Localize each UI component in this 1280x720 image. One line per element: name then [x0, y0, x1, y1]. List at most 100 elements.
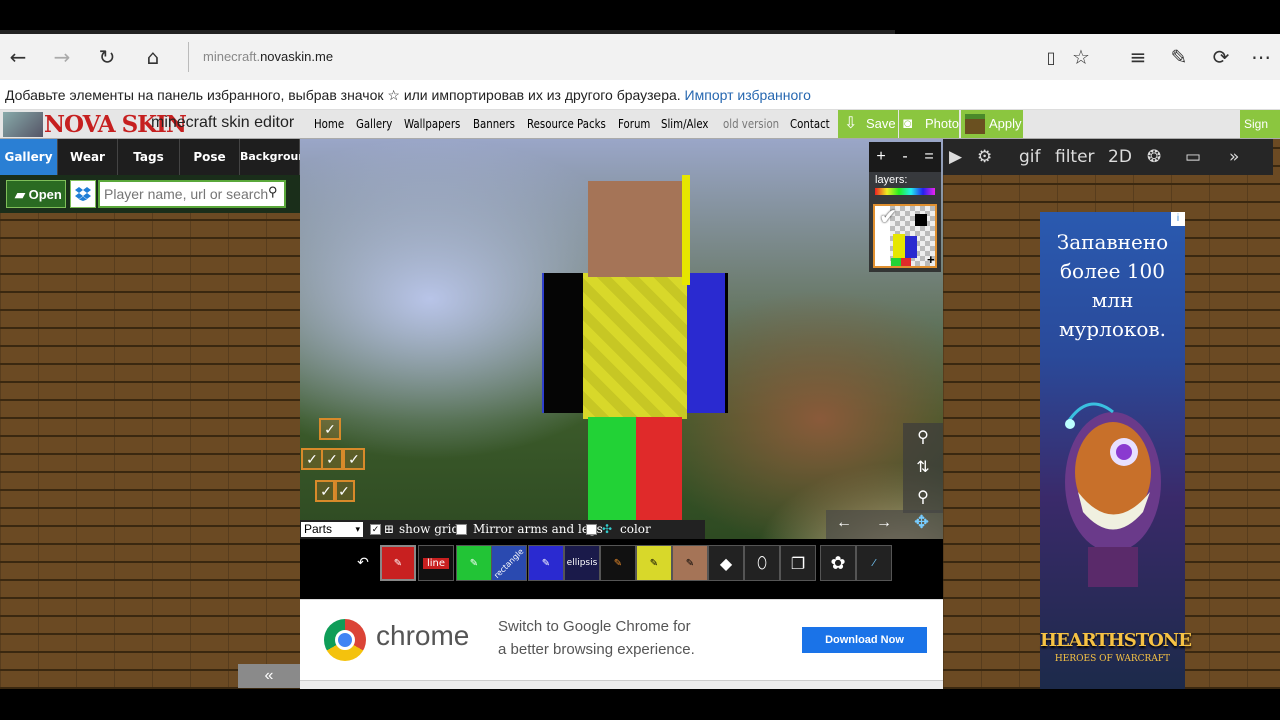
menu-banners[interactable]: Banners — [473, 117, 515, 131]
ad-info-icon[interactable]: i — [1171, 212, 1185, 226]
play-icon[interactable]: ▶ — [949, 139, 962, 175]
search-icon[interactable]: ⚲ — [268, 184, 278, 200]
mirror-checkbox[interactable] — [456, 524, 467, 535]
blue-brush-tool[interactable]: ✎ — [528, 545, 564, 581]
line-tool-label: line — [422, 557, 450, 569]
flag-icon[interactable]: ▭ — [1185, 139, 1201, 175]
grid-icon: ⊞ — [384, 522, 395, 536]
forward-icon[interactable]: → — [47, 42, 77, 72]
tab-wear[interactable]: Wear — [58, 139, 118, 175]
skin-body[interactable] — [583, 273, 687, 419]
note-icon[interactable]: ✎ — [1164, 42, 1194, 72]
skin-brush-tool[interactable]: ✎ — [672, 545, 708, 581]
menu-slim-alex[interactable]: Slim/Alex — [661, 117, 708, 131]
hearthstone-ad[interactable]: i Запавнено более 100 млн мурлоков. HEAR… — [1040, 212, 1192, 689]
brain-icon[interactable]: ❂ — [1147, 139, 1161, 175]
skin-head[interactable] — [588, 181, 684, 277]
line-tool[interactable]: line — [418, 545, 454, 581]
menu-home[interactable]: Home — [314, 117, 344, 131]
home-icon[interactable]: ⌂ — [138, 42, 168, 72]
tab-pose[interactable]: Pose — [180, 139, 240, 175]
brush-icon: ✎ — [613, 557, 623, 569]
chrome-logo-icon — [324, 619, 366, 661]
add-layer-icon[interactable]: + — [927, 252, 935, 267]
photo-button[interactable]: ◙ Photo — [899, 110, 959, 138]
brush-icon: ✎ — [541, 557, 551, 569]
part-toggle-left-leg[interactable]: ✓ — [333, 480, 355, 502]
reset-view-button[interactable]: = — [917, 142, 941, 172]
palette-tool[interactable]: ✿ — [820, 545, 856, 581]
fill-tool[interactable]: ✎ — [456, 545, 492, 581]
filter-button[interactable]: filter — [1055, 139, 1095, 175]
ellipsis-tool[interactable]: ellipsis — [564, 545, 600, 581]
menu-gallery[interactable]: Gallery — [356, 117, 392, 131]
dropbox-icon[interactable] — [70, 180, 96, 208]
rotate-right-icon[interactable]: → — [876, 514, 892, 532]
undo-icon[interactable]: ↶ — [348, 545, 378, 581]
chrome-ad-line2: a better browsing experience. — [498, 641, 695, 658]
rotate-controls: ← → ✥ — [826, 510, 943, 539]
bucket-tool[interactable]: ◆ — [708, 545, 744, 581]
tab-background[interactable]: Background — [240, 139, 314, 175]
color-picker-tool[interactable]: ⁄ — [856, 545, 892, 581]
collapse-panel-button[interactable]: « — [238, 664, 300, 688]
menu-wallpapers[interactable]: Wallpapers — [404, 117, 460, 131]
horizontal-scrollbar[interactable] — [300, 680, 943, 689]
2d-button[interactable]: 2D — [1108, 139, 1132, 175]
yellow-brush-tool[interactable]: ✎ — [636, 545, 672, 581]
animate-icon[interactable]: ⚙ — [977, 139, 992, 175]
menu-old-version[interactable]: old version — [723, 117, 779, 131]
save-button[interactable]: ⇩ Save — [838, 110, 898, 138]
part-toggle-right-arm[interactable]: ✓ — [301, 448, 323, 470]
rectangle-tool[interactable]: rectangle — [491, 545, 527, 581]
part-toggle-head[interactable]: ✓ — [319, 418, 341, 440]
part-toggle-left-arm[interactable]: ✓ — [343, 448, 365, 470]
apply-button[interactable]: Apply — [961, 110, 1023, 138]
gif-button[interactable]: gif — [1019, 139, 1041, 175]
part-toggle-body[interactable]: ✓ — [321, 448, 343, 470]
open-button[interactable]: ▰ Open — [6, 180, 66, 208]
skin-left-arm[interactable] — [542, 273, 584, 413]
camera-icon: ◙ — [903, 115, 913, 132]
eyedropper-icon: ⁄ — [873, 557, 875, 569]
zoom-in-icon[interactable]: ⚲ — [903, 423, 943, 453]
download-now-button[interactable]: Download Now — [802, 627, 927, 653]
parts-select[interactable]: Parts ▾ — [301, 522, 363, 537]
sign-in-button[interactable]: Sign in — [1240, 110, 1280, 159]
layers-tool[interactable]: ❐ — [780, 545, 816, 581]
share-icon[interactable]: ⟳ — [1206, 42, 1236, 72]
mirror-label: Mirror arms and legs — [473, 522, 603, 536]
show-grid-checkbox[interactable]: ✓ — [370, 524, 381, 535]
address-bar[interactable]: minecraft.novaskin.me — [188, 42, 1028, 72]
rotate-left-icon[interactable]: ← — [836, 514, 852, 532]
zoom-in-button[interactable]: + — [869, 142, 893, 172]
color-variation-checkbox[interactable] — [586, 524, 597, 535]
tab-tags[interactable]: Tags — [118, 139, 180, 175]
player-search-input[interactable] — [98, 180, 286, 208]
favorite-star-icon[interactable]: ☆ — [1066, 42, 1096, 72]
tab-gallery[interactable]: Gallery — [0, 139, 58, 175]
menu-contact[interactable]: Contact — [790, 117, 830, 131]
menu-resource-packs[interactable]: Resource Packs — [527, 117, 606, 131]
back-icon[interactable]: ← — [3, 42, 33, 72]
import-favorites-link[interactable]: Импорт избранного — [685, 87, 811, 103]
layers-color-gradient — [875, 188, 935, 195]
palette-icon: ✿ — [830, 552, 846, 574]
flip-vertical-icon[interactable]: ⇅ — [903, 453, 943, 483]
reading-view-icon[interactable]: ▯ — [1036, 42, 1066, 72]
refresh-icon[interactable]: ↻ — [92, 42, 122, 72]
zoom-out-icon[interactable]: ⚲ — [903, 483, 943, 513]
skin-3d-viewport[interactable]: + - = layers: ✔ + ✓ ✓ ✓ ✓ ✓ ✓ ⚲ ⇅ ⚲ ← → … — [300, 139, 943, 539]
layer-thumbnail[interactable]: ✔ + — [873, 204, 937, 268]
move-icon[interactable]: ✥ — [914, 512, 929, 533]
more-chevron-icon[interactable]: » — [1229, 139, 1239, 175]
more-icon[interactable]: ⋯ — [1246, 42, 1276, 72]
eraser-tool[interactable]: ⬯ — [744, 545, 780, 581]
pencil-tool[interactable]: ✎ — [380, 545, 416, 581]
left-background — [0, 139, 300, 689]
skin-right-arm[interactable] — [686, 273, 728, 413]
zoom-out-button[interactable]: - — [893, 142, 917, 172]
black-brush-tool[interactable]: ✎ — [600, 545, 636, 581]
hub-icon[interactable]: ≡ — [1123, 42, 1153, 72]
menu-forum[interactable]: Forum — [618, 117, 650, 131]
